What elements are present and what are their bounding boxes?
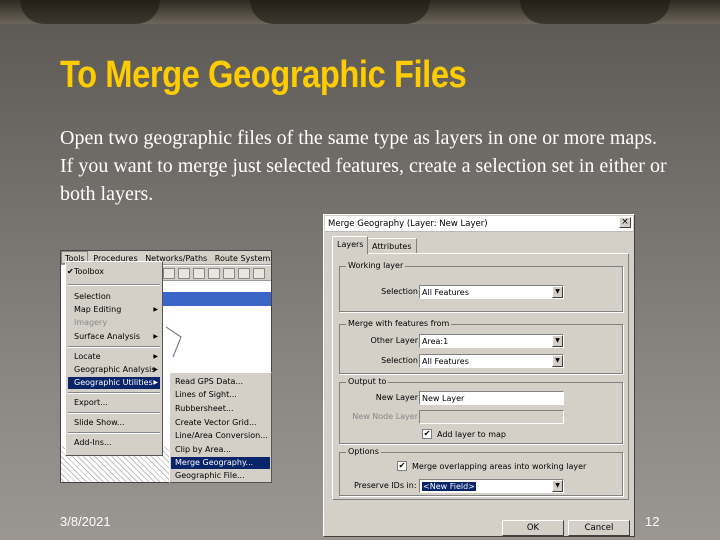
- dropdown-arrow-icon[interactable]: ▼: [552, 335, 563, 347]
- dropdown-arrow-icon[interactable]: ▼: [552, 355, 563, 367]
- slide-body-text: Open two geographic files of the same ty…: [60, 127, 667, 205]
- menu-item-slide-show[interactable]: Slide Show...: [74, 418, 125, 427]
- add-layer-checkbox[interactable]: ✔: [422, 429, 432, 439]
- selection-label: Selection: [381, 356, 418, 365]
- tab-attributes[interactable]: Attributes: [367, 238, 417, 254]
- slide-date: 3/8/2021: [60, 514, 111, 529]
- other-layer-dropdown[interactable]: Area:1 ▼: [419, 334, 564, 348]
- new-layer-label: New Layer: [375, 393, 418, 402]
- merge-with-group: Merge with features from Other Layer Are…: [339, 319, 623, 374]
- preserve-ids-dropdown[interactable]: <New Field> ▼: [419, 479, 564, 493]
- check-icon: ✔: [67, 267, 74, 276]
- menu-item-geographic-analysis[interactable]: Geographic Analysis: [74, 365, 156, 374]
- options-group: Options ✔ Merge overlapping areas into w…: [339, 447, 623, 496]
- dropdown-value: All Features: [422, 288, 469, 297]
- tool-icon[interactable]: [223, 268, 235, 279]
- dropdown-value: Area:1: [422, 337, 449, 346]
- layers-panel: Working layer Selection All Features ▼ M…: [332, 253, 629, 500]
- group-title: Working layer: [346, 261, 406, 270]
- add-layer-label: Add layer to map: [437, 430, 506, 439]
- submenu-item-clip-by-area[interactable]: Clip by Area...: [175, 445, 231, 454]
- tab-layers[interactable]: Layers: [332, 236, 369, 254]
- menu-item-imagery: Imagery: [74, 318, 108, 327]
- submenu-item-line-area-conversion[interactable]: Line/Area Conversion...: [175, 431, 268, 440]
- submenu-item-lines-of-sight[interactable]: Lines of Sight...: [175, 390, 237, 399]
- dialog-title: Merge Geography (Layer: New Layer): [325, 216, 633, 232]
- menu-separator: [68, 284, 160, 286]
- new-layer-input[interactable]: New Layer: [419, 391, 564, 405]
- menu-separator: [68, 346, 160, 348]
- submenu-item-rubbersheet[interactable]: Rubbersheet...: [175, 404, 233, 413]
- group-title: Options: [346, 447, 381, 456]
- submenu-item-merge-geography[interactable]: Merge Geography...: [171, 457, 270, 469]
- new-node-layer-label: New Node Layer: [352, 412, 418, 421]
- tools-menu: ✔ Toolbox Selection Map Editing ▶ Imager…: [65, 261, 163, 456]
- header-banner: [0, 0, 720, 24]
- other-layer-label: Other Layer: [370, 336, 418, 345]
- menu-item-map-editing[interactable]: Map Editing: [74, 305, 121, 314]
- tool-icon[interactable]: [193, 268, 205, 279]
- group-title: Output to: [346, 377, 389, 386]
- submenu-arrow-icon: ▶: [153, 379, 158, 386]
- menubar-item-route-systems[interactable]: Route Systems: [212, 252, 271, 263]
- cancel-button[interactable]: Cancel: [568, 520, 630, 536]
- submenu-arrow-icon: ▶: [153, 333, 158, 340]
- tool-icon[interactable]: [163, 268, 175, 279]
- working-layer-group: Working layer Selection All Features ▼: [339, 261, 623, 312]
- geographic-utilities-submenu: Read GPS Data... Lines of Sight... Rubbe…: [169, 372, 272, 483]
- slide-number: 12: [645, 514, 660, 529]
- ok-button[interactable]: OK: [502, 520, 564, 536]
- menu-item-surface-analysis[interactable]: Surface Analysis: [74, 332, 140, 341]
- tool-icon[interactable]: [253, 268, 265, 279]
- menu-separator: [68, 412, 160, 414]
- menu-item-locate[interactable]: Locate: [74, 352, 101, 361]
- dropdown-value: All Features: [422, 357, 469, 366]
- tool-icon[interactable]: [238, 268, 250, 279]
- menu-item-geographic-utilities[interactable]: Geographic Utilities: [68, 377, 160, 389]
- menu-separator: [68, 392, 160, 394]
- menu-separator: [68, 432, 160, 434]
- submenu-arrow-icon: ▶: [153, 353, 158, 360]
- merge-selection-dropdown[interactable]: All Features ▼: [419, 354, 564, 368]
- working-selection-dropdown[interactable]: All Features ▼: [419, 285, 564, 299]
- menu-item-selection[interactable]: Selection: [74, 292, 111, 301]
- dropdown-arrow-icon[interactable]: ▼: [552, 480, 563, 492]
- dropdown-arrow-icon[interactable]: ▼: [552, 286, 563, 298]
- dropdown-value: <New Field>: [422, 482, 476, 491]
- menu-item-export[interactable]: Export...: [74, 398, 108, 407]
- new-node-layer-input: [419, 410, 564, 424]
- close-icon[interactable]: ×: [619, 217, 631, 228]
- submenu-item-create-vector-grid[interactable]: Create Vector Grid...: [175, 418, 257, 427]
- tool-icon[interactable]: [178, 268, 190, 279]
- menu-item-toolbox[interactable]: Toolbox: [74, 267, 104, 276]
- merge-geography-dialog: Merge Geography (Layer: New Layer) × Lay…: [323, 214, 635, 537]
- submenu-item-geographic-file[interactable]: Geographic File...: [175, 471, 245, 480]
- submenu-arrow-icon: ▶: [153, 366, 158, 373]
- merge-overlap-checkbox[interactable]: ✔: [397, 461, 407, 471]
- preserve-ids-label: Preserve IDs in:: [354, 481, 417, 490]
- toolbar: [161, 266, 271, 281]
- output-to-group: Output to New Layer New Layer New Node L…: [339, 377, 623, 444]
- group-title: Merge with features from: [346, 319, 452, 328]
- slide-title: To Merge Geographic Files: [60, 54, 467, 96]
- submenu-arrow-icon: ▶: [153, 306, 158, 313]
- map-titlebar: [161, 292, 271, 306]
- selection-label: Selection: [381, 287, 418, 296]
- menu-item-add-ins[interactable]: Add-Ins...: [74, 438, 112, 447]
- merge-overlap-label: Merge overlapping areas into working lay…: [412, 462, 587, 471]
- tool-icon[interactable]: [208, 268, 220, 279]
- submenu-item-read-gps[interactable]: Read GPS Data...: [175, 377, 243, 386]
